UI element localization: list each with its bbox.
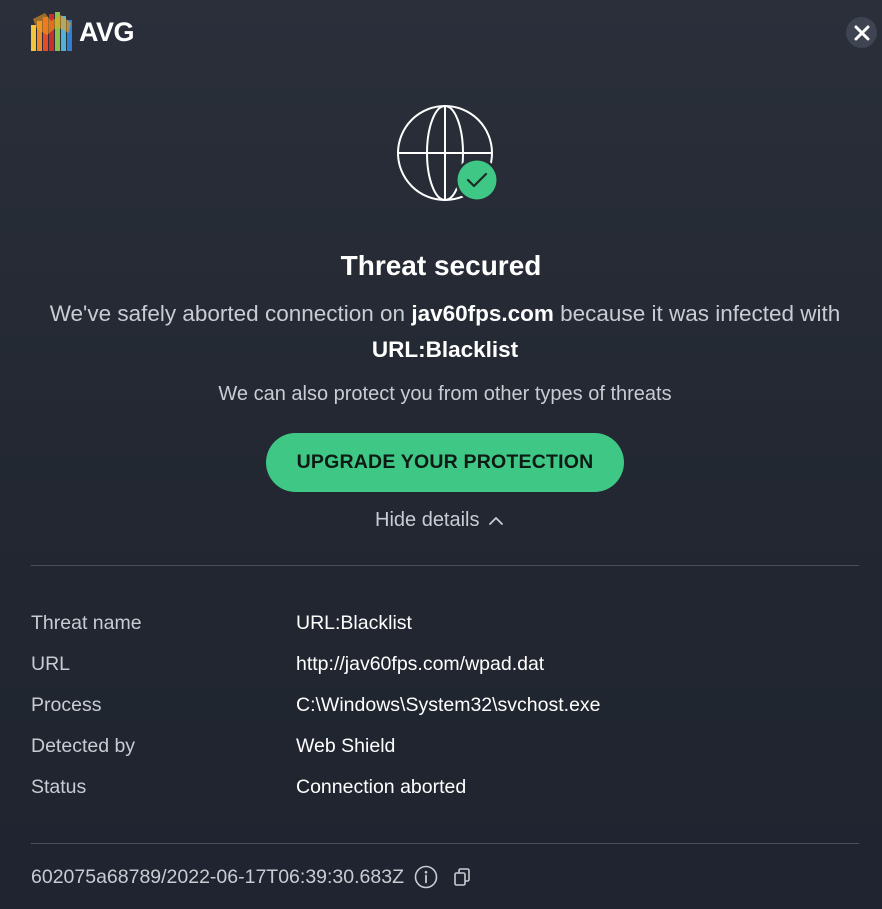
- hide-details-toggle[interactable]: Hide details: [375, 509, 504, 532]
- threat-message: We've safely aborted connection on jav60…: [40, 296, 850, 368]
- threat-details-table: Threat name URL:Blacklist URL http://jav…: [31, 610, 859, 815]
- detail-label: Status: [31, 776, 87, 798]
- detail-value: Connection aborted: [296, 776, 467, 798]
- info-icon: [414, 865, 438, 889]
- brand-name: AVG: [79, 16, 135, 47]
- detail-value: URL:Blacklist: [296, 612, 412, 634]
- detail-label: Threat name: [31, 612, 142, 634]
- detail-label: Detected by: [31, 735, 136, 757]
- message-prefix: We've safely aborted connection on: [49, 301, 412, 326]
- chevron-up-icon: [488, 516, 503, 525]
- detail-value: Web Shield: [296, 735, 396, 757]
- detail-row-status: Status Connection aborted: [31, 774, 859, 815]
- hide-details-label: Hide details: [375, 509, 480, 531]
- detail-row-detected-by: Detected by Web Shield: [31, 733, 859, 774]
- threat-type: URL:Blacklist: [371, 337, 519, 362]
- detail-row-threat-name: Threat name URL:Blacklist: [31, 610, 859, 651]
- detail-row-url: URL http://jav60fps.com/wpad.dat: [31, 651, 859, 692]
- infected-site: jav60fps.com: [411, 301, 554, 326]
- upgrade-protection-button[interactable]: UPGRADE YOUR PROTECTION: [266, 433, 624, 492]
- close-icon: [854, 25, 869, 40]
- avg-logo-icon: [31, 12, 72, 51]
- info-button[interactable]: [414, 865, 438, 889]
- detail-row-process: Process C:\Windows\System32\svchost.exe: [31, 692, 859, 733]
- detail-value: http://jav60fps.com/wpad.dat: [296, 653, 545, 675]
- detail-label: Process: [31, 694, 102, 716]
- footer: 602075a68789/2022-06-17T06:39:30.683Z: [31, 865, 472, 889]
- detection-id: 602075a68789/2022-06-17T06:39:30.683Z: [31, 865, 404, 888]
- avg-logo: AVG: [31, 11, 135, 53]
- upsell-message: We can also protect you from other types…: [218, 383, 672, 405]
- detail-label: URL: [31, 653, 71, 675]
- page-title: Threat secured: [340, 250, 542, 281]
- detail-value: C:\Windows\System32\svchost.exe: [296, 694, 601, 716]
- close-button[interactable]: [846, 17, 877, 48]
- copy-icon: [454, 868, 470, 886]
- divider-top: [31, 565, 859, 566]
- message-middle: because it was infected with: [553, 301, 841, 326]
- divider-bottom: [31, 843, 859, 844]
- copy-button[interactable]: [452, 867, 472, 887]
- globe-check-icon: [397, 105, 499, 202]
